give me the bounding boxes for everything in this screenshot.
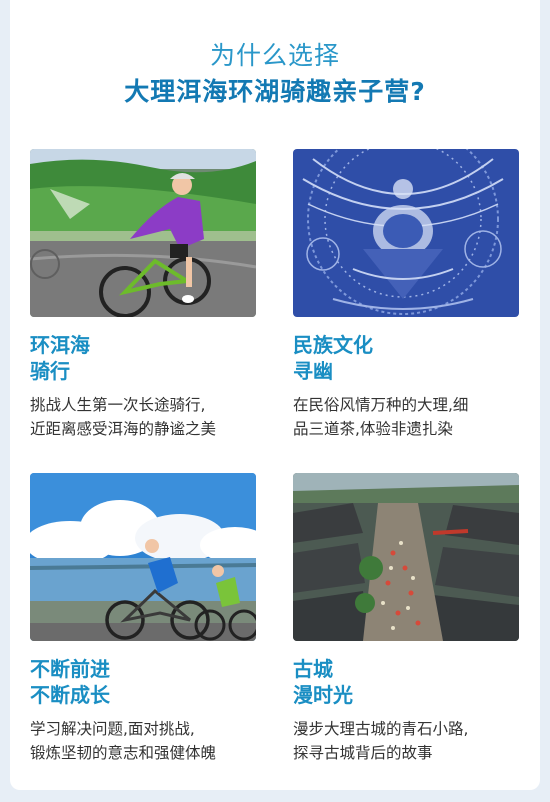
feature-1-title: 环洱海 骑行	[30, 332, 90, 384]
feature-3-title-line-1: 不断前进	[30, 657, 110, 681]
feature-4-desc: 漫步大理古城的青石小路, 探寻古城背后的故事	[293, 717, 468, 765]
photo-child-cycling	[30, 149, 256, 317]
feature-4-title: 古城 漫时光	[293, 656, 353, 708]
feature-1-title-line-1: 环洱海	[30, 333, 90, 357]
feature-2-desc: 在民俗风情万种的大理,细 品三道茶,体验非遗扎染	[293, 393, 468, 441]
feature-3-desc-line-1: 学习解决问题,面对挑战,	[30, 720, 195, 738]
feature-1-title-line-2: 骑行	[30, 359, 70, 383]
headline-line-1: 为什么选择	[209, 41, 340, 70]
feature-3-title-line-2: 不断成长	[30, 683, 110, 707]
feature-2-title-line-1: 民族文化	[293, 333, 373, 357]
feature-1-desc-line-1: 挑战人生第一次长途骑行,	[30, 396, 206, 414]
photo-tie-dye	[293, 149, 519, 317]
feature-4-title-line-1: 古城	[293, 657, 333, 681]
headline-line-2: 大理洱海环湖骑趣亲子营?	[124, 77, 426, 106]
feature-1-desc-line-2: 近距离感受洱海的静谧之美	[30, 420, 217, 438]
feature-2-title-line-2: 寻幽	[293, 359, 333, 383]
photo-ancient-town	[293, 473, 519, 641]
feature-2-desc-line-1: 在民俗风情万种的大理,细	[293, 396, 469, 414]
feature-1-desc: 挑战人生第一次长途骑行, 近距离感受洱海的静谧之美	[30, 393, 216, 441]
feature-4-desc-line-1: 漫步大理古城的青石小路,	[293, 720, 469, 738]
feature-2-desc-line-2: 品三道茶,体验非遗扎染	[293, 420, 453, 438]
feature-3-desc-line-2: 锻炼坚韧的意志和强健体魄	[30, 744, 217, 762]
feature-3-title: 不断前进 不断成长	[30, 656, 110, 708]
photo-lakeside-riders	[30, 473, 256, 641]
feature-3-desc: 学习解决问题,面对挑战, 锻炼坚韧的意志和强健体魄	[30, 717, 216, 765]
feature-4-desc-line-2: 探寻古城背后的故事	[293, 744, 433, 762]
feature-2-title: 民族文化 寻幽	[293, 332, 373, 384]
feature-4-title-line-2: 漫时光	[293, 683, 353, 707]
